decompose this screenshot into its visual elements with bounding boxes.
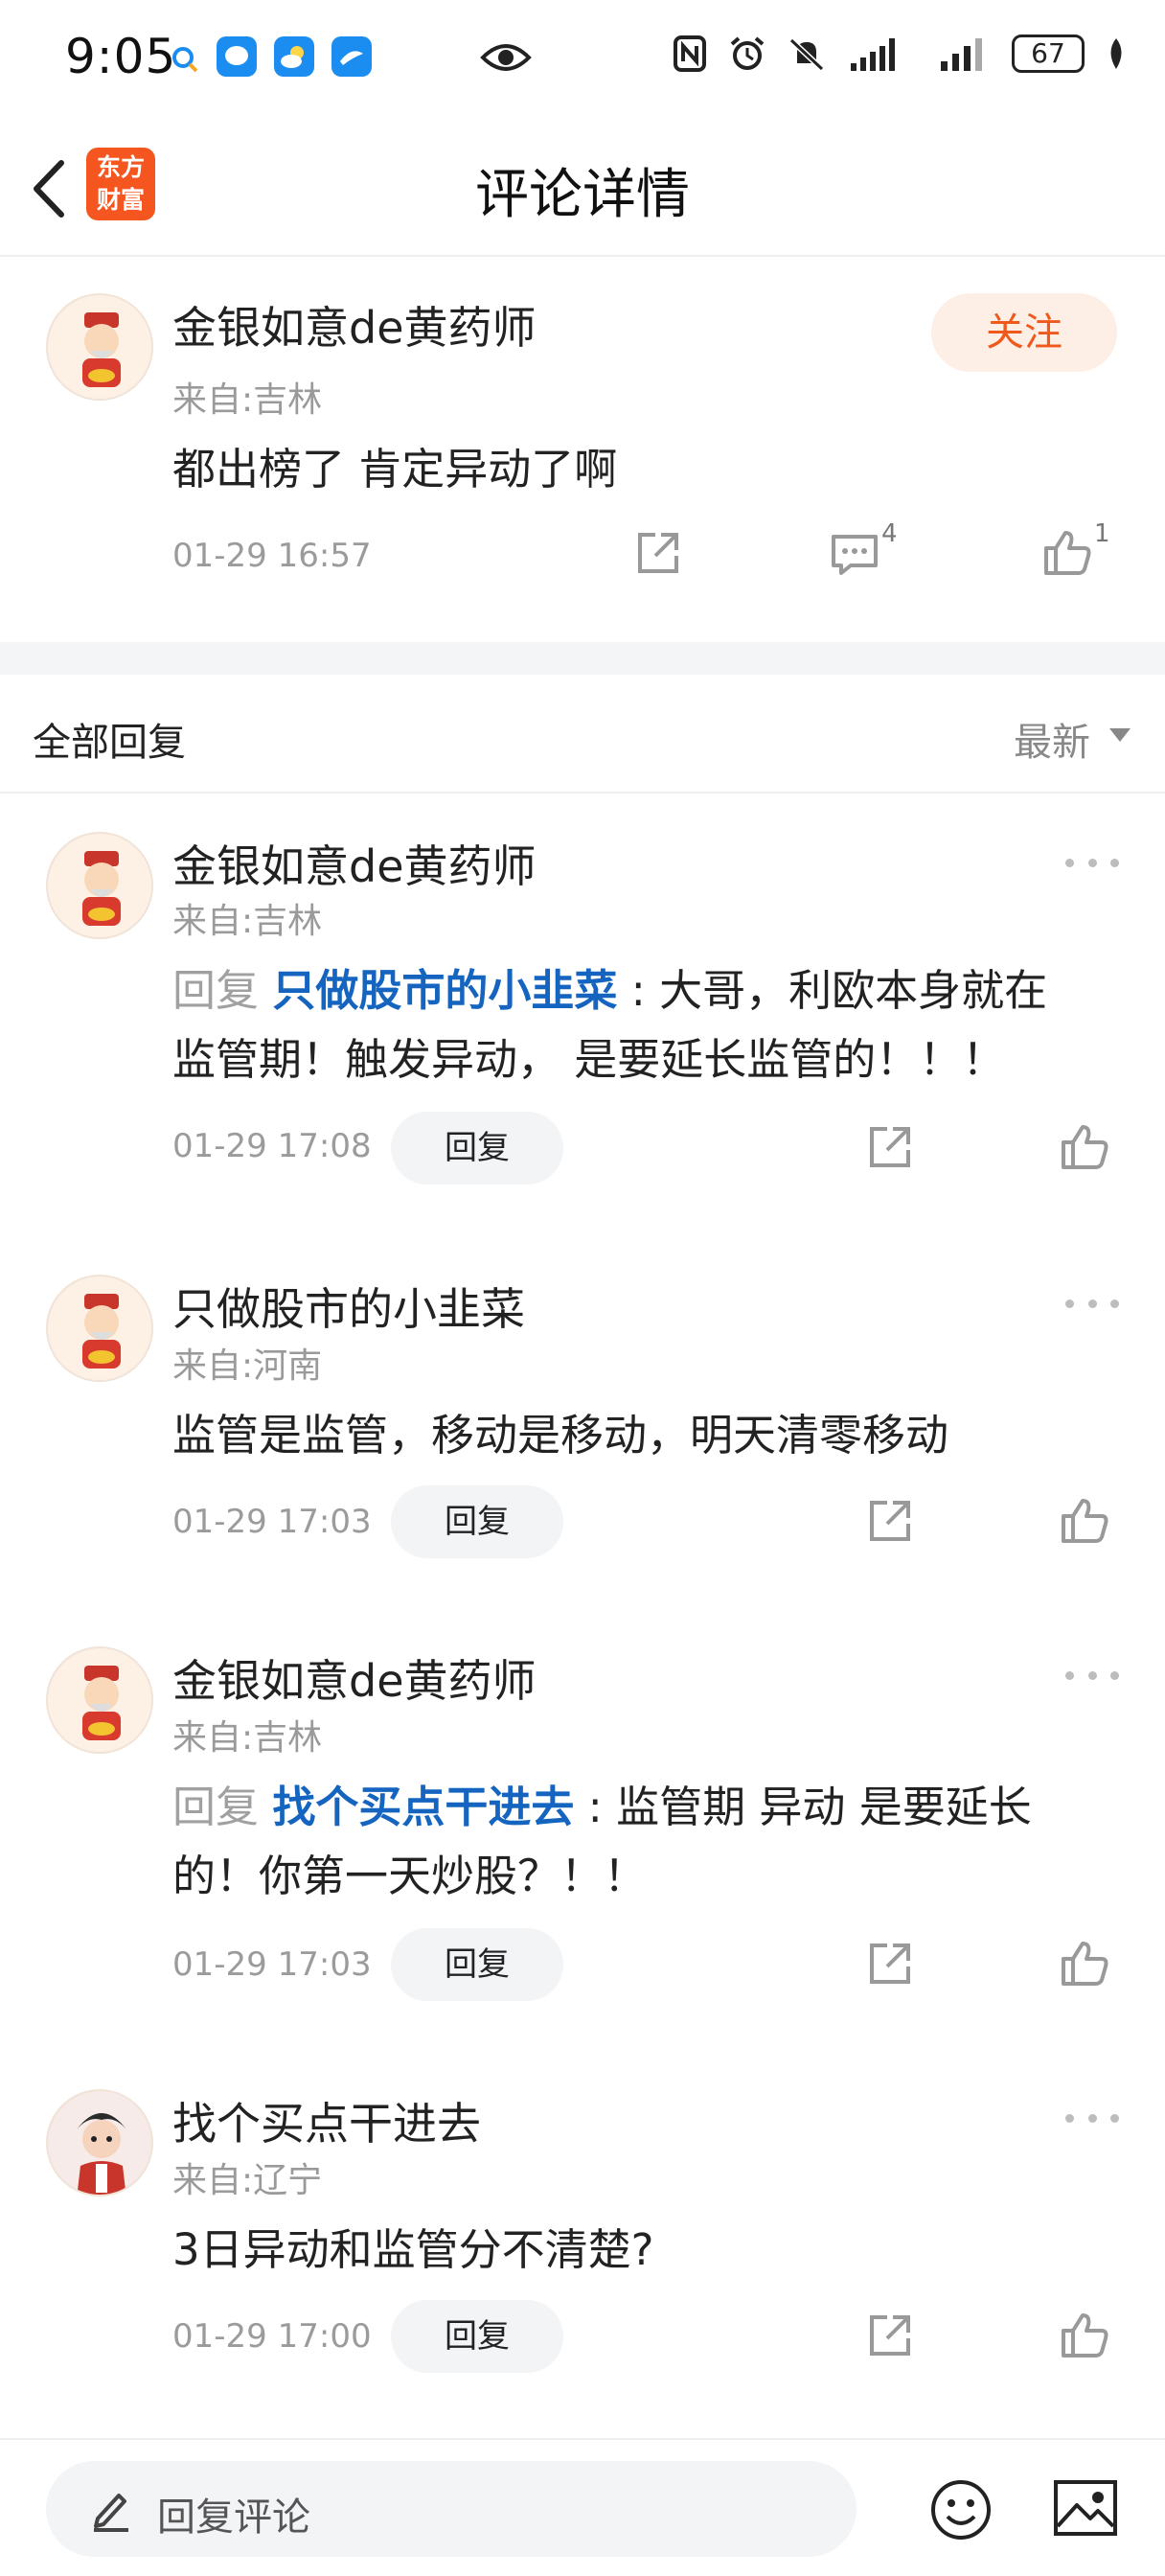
avatar[interactable] — [46, 293, 153, 401]
timestamp: 01-29 16:57 — [172, 537, 372, 575]
system-icons: 67 — [673, 34, 1127, 73]
weather-app-icon — [274, 36, 314, 77]
like-count: 1 — [1094, 519, 1110, 548]
more-options-icon[interactable] — [1065, 2108, 1119, 2128]
reply-button[interactable]: 回复 — [391, 1112, 563, 1184]
location: 来自:辽宁 — [172, 2161, 323, 2200]
comment-count: 4 — [881, 519, 898, 548]
reply-content: 3日异动和监管分不清楚? — [172, 2224, 654, 2275]
share-icon[interactable] — [866, 1940, 914, 1988]
timestamp: 01-29 17:00 — [172, 2317, 372, 2356]
comment-content: 都出榜了 肯定异动了啊 — [172, 444, 618, 494]
browser-app-icon — [331, 36, 372, 77]
reply-button[interactable]: 回复 — [391, 1928, 563, 2001]
reply-content: 回复 找个买点干进去 : 监管期 异动 是要延长 的！你第一天炒股？！！ — [172, 1782, 1032, 1901]
pencil-icon — [94, 2494, 128, 2532]
location: 来自:吉林 — [172, 902, 323, 941]
comment-icon[interactable] — [830, 533, 879, 577]
status-time: 9:05 — [65, 29, 177, 84]
reply-input[interactable]: 回复评论 — [46, 2461, 857, 2557]
message-app-icon — [217, 36, 257, 77]
timestamp: 01-29 17:03 — [172, 1945, 372, 1984]
all-replies-label: 全部回复 — [33, 721, 186, 765]
more-options-icon[interactable] — [1065, 853, 1119, 872]
mute-icon — [788, 37, 825, 72]
leaf-icon — [1110, 38, 1122, 69]
like-icon[interactable] — [1060, 2312, 1109, 2359]
reply-content: 回复 只做股市的小韭菜 : 大哥，利欧本身就在 监管期！触发异动， 是要延长监管… — [172, 965, 1048, 1085]
avatar[interactable] — [46, 1275, 153, 1382]
caret-down-icon[interactable] — [1109, 728, 1131, 742]
reply-item: 找个买点干进去 来自:辽宁 3日异动和监管分不清楚? 01-29 17:00 回… — [0, 2085, 1165, 2392]
like-icon[interactable] — [1060, 1123, 1109, 1171]
signal-icon-1 — [851, 38, 895, 71]
more-options-icon[interactable] — [1065, 1294, 1119, 1313]
username[interactable]: 只做股市的小韭菜 — [172, 1275, 525, 1338]
reply-input-placeholder: 回复评论 — [157, 2496, 310, 2540]
reply-target-link[interactable]: 只做股市的小韭菜 — [272, 965, 617, 1016]
username[interactable]: 金银如意de黄药师 — [172, 832, 537, 895]
like-icon[interactable] — [1060, 1940, 1109, 1988]
location: 来自:吉林 — [172, 1718, 323, 1758]
timestamp: 01-29 17:08 — [172, 1127, 372, 1165]
like-icon[interactable] — [1060, 1497, 1109, 1545]
reply-content: 监管是监管，移动是移动，明天清零移动 — [172, 1410, 949, 1460]
image-icon[interactable] — [1052, 2478, 1119, 2538]
reply-item: 只做股市的小韭菜 来自:河南 监管是监管，移动是移动，明天清零移动 01-29 … — [0, 1271, 1165, 1577]
section-divider — [0, 642, 1165, 675]
username[interactable]: 金银如意de黄药师 — [172, 293, 537, 356]
battery-icon: 67 — [1012, 34, 1085, 73]
avatar[interactable] — [46, 2089, 153, 2196]
emoji-icon[interactable] — [929, 2478, 993, 2542]
reply-button[interactable]: 回复 — [391, 1485, 563, 1558]
username[interactable]: 找个买点干进去 — [172, 2089, 481, 2152]
top-nav-bar: 东方 财富 评论详情 — [0, 115, 1165, 257]
reply-item: 金银如意de黄药师 来自:吉林 回复 找个买点干进去 : 监管期 异动 是要延长… — [0, 1643, 1165, 2012]
notification-icons — [171, 36, 372, 77]
alarm-icon — [730, 36, 765, 70]
page-title: 评论详情 — [475, 164, 690, 226]
timestamp: 01-29 17:03 — [172, 1503, 372, 1541]
avatar[interactable] — [46, 832, 153, 939]
signal-icon-2 — [941, 38, 982, 71]
sort-dropdown[interactable]: 最新 — [1014, 711, 1090, 767]
follow-button[interactable]: 关注 — [931, 293, 1117, 372]
avatar[interactable] — [46, 1646, 153, 1754]
share-icon[interactable] — [634, 529, 682, 577]
location: 来自:吉林 — [172, 380, 323, 420]
nfc-icon — [674, 35, 706, 72]
share-icon[interactable] — [866, 1497, 914, 1545]
more-options-icon[interactable] — [1065, 1666, 1119, 1685]
replies-header: 全部回复 最新 — [0, 675, 1165, 794]
eye-icon — [480, 44, 532, 71]
main-comment: 金银如意de黄药师 来自:吉林 关注 都出榜了 肯定异动了啊 01-29 16:… — [0, 259, 1165, 640]
location: 来自:河南 — [172, 1346, 323, 1386]
share-icon[interactable] — [866, 1123, 914, 1171]
bottom-reply-bar: 回复评论 — [0, 2438, 1165, 2576]
search-app-icon — [172, 47, 198, 73]
reply-target-link[interactable]: 找个买点干进去 — [272, 1782, 574, 1832]
status-bar: 9:05 67 — [0, 0, 1165, 115]
share-icon[interactable] — [866, 2312, 914, 2359]
username[interactable]: 金银如意de黄药师 — [172, 1646, 537, 1710]
reply-item: 金银如意de黄药师 来自:吉林 回复 只做股市的小韭菜 : 大哥，利欧本身就在 … — [0, 826, 1165, 1198]
like-icon[interactable] — [1042, 529, 1092, 577]
reply-button[interactable]: 回复 — [391, 2300, 563, 2373]
